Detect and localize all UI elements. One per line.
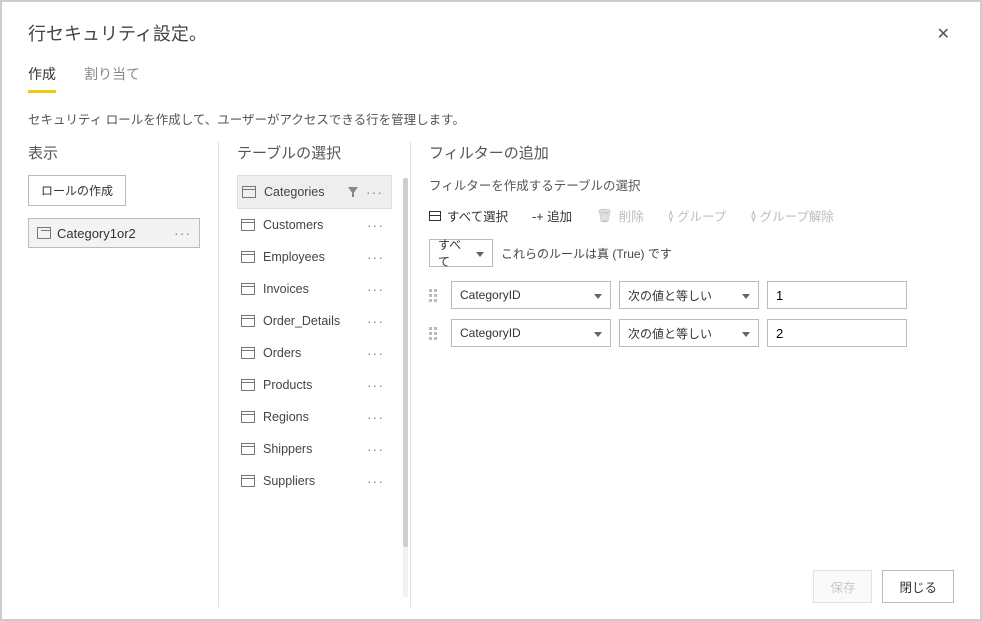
table-item-invoices[interactable]: Invoices ···	[237, 273, 392, 305]
dialog-header: 行セキュリティ設定。 ✕	[28, 20, 954, 48]
filter-icon	[348, 187, 358, 197]
table-name: Customers	[263, 218, 323, 232]
table-item-orders[interactable]: Orders ···	[237, 337, 392, 369]
tabs: 作成 割り当て	[28, 64, 954, 93]
table-item-employees[interactable]: Employees ···	[237, 241, 392, 273]
create-role-button[interactable]: ロールの作成	[28, 175, 126, 206]
table-name: Invoices	[263, 282, 309, 296]
table-list: Categories ··· Customers ··· Employees ·…	[237, 175, 392, 497]
tables-heading: テーブルの選択	[237, 142, 392, 163]
table-name: Orders	[263, 346, 301, 360]
table-item-order-details[interactable]: Order_Details ···	[237, 305, 392, 337]
logic-row: すべて これらのルールは真 (True) です	[429, 239, 936, 267]
table-name: Suppliers	[263, 474, 315, 488]
add-rule-button[interactable]: -+ 追加	[532, 206, 572, 225]
more-icon[interactable]: ···	[367, 281, 384, 297]
chevron-down-icon	[742, 288, 750, 302]
table-item-customers[interactable]: Customers ···	[237, 209, 392, 241]
table-icon	[241, 283, 255, 295]
filter-subheading: フィルターを作成するテーブルの選択	[429, 175, 936, 194]
logic-text: これらのルールは真 (True) です	[501, 245, 672, 262]
table-item-categories[interactable]: Categories ···	[237, 175, 392, 209]
dialog-footer: 保存 閉じる	[813, 570, 954, 603]
chevron-down-icon	[476, 246, 484, 260]
tables-column: テーブルの選択 Categories ··· Customers ···	[218, 142, 410, 607]
rule-value-input[interactable]	[767, 319, 907, 347]
more-icon[interactable]: ···	[367, 249, 384, 265]
chevron-down-icon	[742, 326, 750, 340]
table-name: Categories	[264, 185, 324, 199]
rule-row-1: CategoryID 次の値と等しい	[429, 281, 936, 309]
chevron-down-icon	[594, 288, 602, 302]
dialog-title: 行セキュリティ設定。	[28, 20, 207, 46]
ungroup-icon	[750, 209, 753, 223]
select-all-icon	[429, 211, 441, 221]
table-icon	[241, 347, 255, 359]
dialog-subtitle: セキュリティ ロールを作成して、ユーザーがアクセスできる行を管理します。	[28, 109, 954, 128]
select-all-button[interactable]: すべて選択	[429, 206, 508, 225]
group-icon	[668, 209, 671, 223]
rls-dialog: 行セキュリティ設定。 ✕ 作成 割り当て セキュリティ ロールを作成して、ユーザ…	[2, 2, 980, 619]
more-icon[interactable]: ···	[367, 377, 384, 393]
rule-op-select[interactable]: 次の値と等しい	[619, 281, 759, 309]
table-item-products[interactable]: Products ···	[237, 369, 392, 401]
tab-assign[interactable]: 割り当て	[84, 64, 140, 93]
table-item-shippers[interactable]: Shippers ···	[237, 433, 392, 465]
role-name: Category1or2	[57, 226, 136, 241]
table-name: Products	[263, 378, 312, 392]
more-icon[interactable]: ···	[367, 313, 384, 329]
scrollbar[interactable]	[403, 178, 408, 597]
table-icon	[241, 475, 255, 487]
logic-selector[interactable]: すべて	[429, 239, 493, 267]
close-icon[interactable]: ✕	[933, 20, 954, 48]
roles-column: 表示 ロールの作成 Category1or2 ···	[28, 142, 218, 607]
columns: 表示 ロールの作成 Category1or2 ··· テーブルの選択 Categ…	[28, 142, 954, 607]
tab-create[interactable]: 作成	[28, 64, 56, 93]
filter-column: フィルターの追加 フィルターを作成するテーブルの選択 すべて選択 -+ 追加 削…	[410, 142, 954, 607]
table-name: Shippers	[263, 442, 312, 456]
more-icon[interactable]: ···	[366, 184, 383, 200]
table-item-regions[interactable]: Regions ···	[237, 401, 392, 433]
save-button[interactable]: 保存	[813, 570, 872, 603]
trash-icon	[596, 208, 613, 224]
more-icon[interactable]: ···	[367, 441, 384, 457]
rule-field-select[interactable]: CategoryID	[451, 319, 611, 347]
table-icon	[242, 186, 256, 198]
delete-rule-button[interactable]: 削除	[596, 206, 644, 225]
more-icon[interactable]: ···	[367, 473, 384, 489]
table-icon	[241, 411, 255, 423]
table-icon	[241, 251, 255, 263]
table-icon	[241, 315, 255, 327]
drag-handle-icon[interactable]	[429, 289, 443, 302]
rule-field-select[interactable]: CategoryID	[451, 281, 611, 309]
more-icon[interactable]: ···	[174, 225, 191, 241]
table-item-suppliers[interactable]: Suppliers ···	[237, 465, 392, 497]
scrollbar-thumb[interactable]	[403, 178, 408, 547]
table-name: Regions	[263, 410, 309, 424]
rule-row-2: CategoryID 次の値と等しい	[429, 319, 936, 347]
rule-value-input[interactable]	[767, 281, 907, 309]
more-icon[interactable]: ···	[367, 345, 384, 361]
ungroup-button[interactable]: グループ解除	[750, 206, 834, 225]
chevron-down-icon	[594, 326, 602, 340]
filter-toolbar: すべて選択 -+ 追加 削除 グループ グループ解除	[429, 206, 936, 225]
rule-op-select[interactable]: 次の値と等しい	[619, 319, 759, 347]
table-name: Order_Details	[263, 314, 340, 328]
more-icon[interactable]: ···	[367, 217, 384, 233]
drag-handle-icon[interactable]	[429, 327, 443, 340]
table-icon	[241, 443, 255, 455]
table-icon	[241, 379, 255, 391]
close-button[interactable]: 閉じる	[882, 570, 954, 603]
more-icon[interactable]: ···	[367, 409, 384, 425]
table-icon	[241, 219, 255, 231]
group-button[interactable]: グループ	[668, 206, 727, 225]
filter-heading: フィルターの追加	[429, 142, 936, 163]
table-name: Employees	[263, 250, 325, 264]
roles-heading: 表示	[28, 142, 200, 163]
role-icon	[37, 227, 51, 239]
role-item[interactable]: Category1or2 ···	[28, 218, 200, 248]
